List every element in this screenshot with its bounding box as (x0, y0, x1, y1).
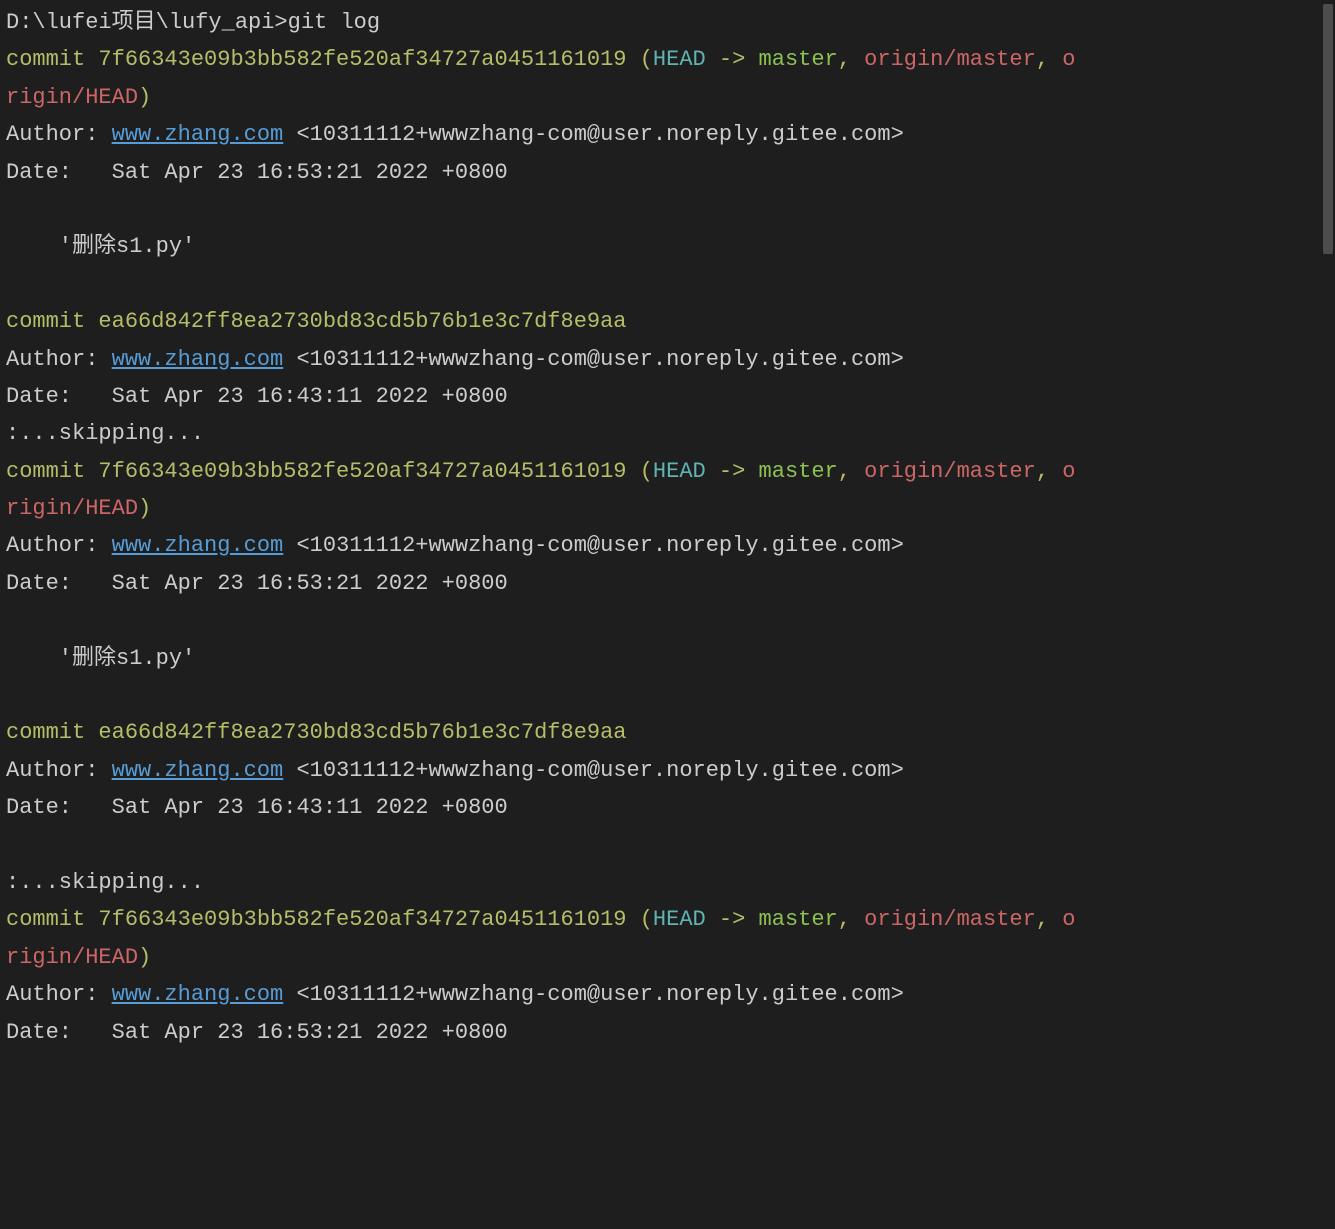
skipping-line: :...skipping... (6, 864, 1329, 901)
blank-line (6, 266, 1329, 303)
commit-line-wrap: rigin/HEAD) (6, 490, 1329, 527)
terminal-output[interactable]: D:\lufei项目\lufy_api>git log commit 7f663… (6, 4, 1329, 1051)
author-line: Author: www.zhang.com <10311112+wwwzhang… (6, 976, 1329, 1013)
commit-hash: 7f66343e09b3bb582fe520af34727a0451161019 (98, 907, 626, 932)
author-link[interactable]: www.zhang.com (112, 533, 284, 558)
scrollbar-track[interactable] (1321, 0, 1335, 1229)
commit-line: commit 7f66343e09b3bb582fe520af34727a045… (6, 453, 1329, 490)
author-email: <10311112+wwwzhang-com@user.noreply.gite… (283, 122, 904, 147)
commit-line-wrap: rigin/HEAD) (6, 939, 1329, 976)
commit-hash: 7f66343e09b3bb582fe520af34727a0451161019 (98, 47, 626, 72)
commit-line-wrap: rigin/HEAD) (6, 79, 1329, 116)
author-email: <10311112+wwwzhang-com@user.noreply.gite… (283, 982, 904, 1007)
commit-message: '删除s1.py' (6, 228, 1329, 265)
author-line: Author: www.zhang.com <10311112+wwwzhang… (6, 116, 1329, 153)
head-ref: HEAD (653, 907, 706, 932)
commit-line: commit ea66d842ff8ea2730bd83cd5b76b1e3c7… (6, 303, 1329, 340)
author-email: <10311112+wwwzhang-com@user.noreply.gite… (283, 533, 904, 558)
branch-master: master (759, 47, 838, 72)
commit-message: '删除s1.py' (6, 640, 1329, 677)
commit-hash: 7f66343e09b3bb582fe520af34727a0451161019 (98, 459, 626, 484)
prompt-text: D:\lufei项目\lufy_api>git log (6, 10, 380, 35)
branch-master: master (759, 459, 838, 484)
author-line: Author: www.zhang.com <10311112+wwwzhang… (6, 527, 1329, 564)
skipping-line: :...skipping... (6, 415, 1329, 452)
commit-line: commit ea66d842ff8ea2730bd83cd5b76b1e3c7… (6, 714, 1329, 751)
date-line: Date: Sat Apr 23 16:53:21 2022 +0800 (6, 154, 1329, 191)
author-link[interactable]: www.zhang.com (112, 982, 284, 1007)
remote-origin-master: origin/master (864, 907, 1036, 932)
blank-line (6, 827, 1329, 864)
blank-line (6, 602, 1329, 639)
blank-line (6, 191, 1329, 228)
scrollbar-thumb[interactable] (1323, 4, 1333, 254)
author-link[interactable]: www.zhang.com (112, 347, 284, 372)
author-line: Author: www.zhang.com <10311112+wwwzhang… (6, 341, 1329, 378)
commit-line: commit 7f66343e09b3bb582fe520af34727a045… (6, 41, 1329, 78)
author-link[interactable]: www.zhang.com (112, 758, 284, 783)
branch-master: master (759, 907, 838, 932)
date-line: Date: Sat Apr 23 16:53:21 2022 +0800 (6, 1014, 1329, 1051)
date-line: Date: Sat Apr 23 16:53:21 2022 +0800 (6, 565, 1329, 602)
author-email: <10311112+wwwzhang-com@user.noreply.gite… (283, 347, 904, 372)
date-line: Date: Sat Apr 23 16:43:11 2022 +0800 (6, 378, 1329, 415)
author-email: <10311112+wwwzhang-com@user.noreply.gite… (283, 758, 904, 783)
blank-line (6, 677, 1329, 714)
prompt-line: D:\lufei项目\lufy_api>git log (6, 4, 1329, 41)
commit-line: commit 7f66343e09b3bb582fe520af34727a045… (6, 901, 1329, 938)
remote-origin-master: origin/master (864, 47, 1036, 72)
head-ref: HEAD (653, 459, 706, 484)
commit-hash: ea66d842ff8ea2730bd83cd5b76b1e3c7df8e9aa (98, 720, 626, 745)
remote-origin-master: origin/master (864, 459, 1036, 484)
commit-hash: ea66d842ff8ea2730bd83cd5b76b1e3c7df8e9aa (98, 309, 626, 334)
head-ref: HEAD (653, 47, 706, 72)
date-line: Date: Sat Apr 23 16:43:11 2022 +0800 (6, 789, 1329, 826)
author-line: Author: www.zhang.com <10311112+wwwzhang… (6, 752, 1329, 789)
author-link[interactable]: www.zhang.com (112, 122, 284, 147)
